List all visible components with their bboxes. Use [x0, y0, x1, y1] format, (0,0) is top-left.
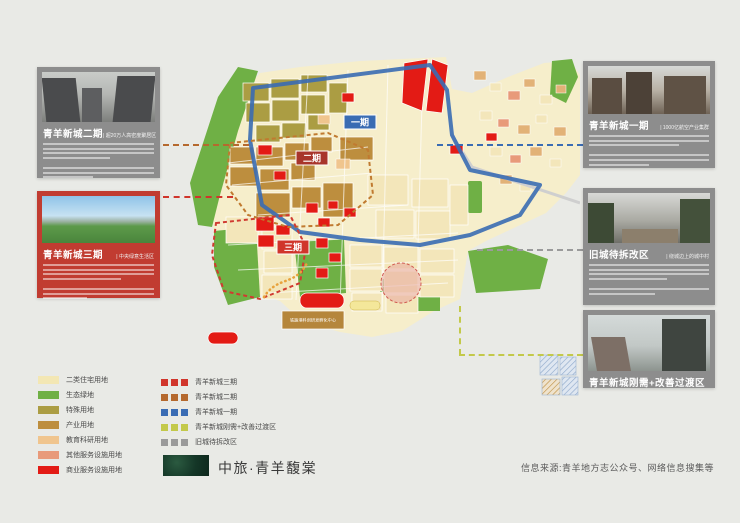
phase3-photo — [42, 196, 155, 243]
card-subtitle: | 绕城边上的城中村 — [666, 253, 709, 260]
card-body-text-lines — [37, 262, 160, 299]
legend-landuse-row: 商业服务设施用地 — [38, 465, 122, 475]
landuse-swatch — [38, 466, 59, 474]
card-subtitle: | 1000亿航空产业集群 — [660, 124, 709, 131]
legend-landuse-row: 生态绿地 — [38, 390, 94, 400]
project-location-circle — [381, 263, 421, 303]
card-oldtown: 旧城待拆改区 | 绕城边上的城中村 — [583, 188, 715, 305]
phase1-photo — [588, 66, 710, 114]
zone-swatch — [161, 409, 188, 416]
zone-label: 青羊新城一期 — [195, 407, 237, 417]
card-body-text-lines — [583, 262, 715, 295]
phase2-badge-label: 二期 — [303, 153, 321, 164]
card-title: 旧城待拆改区 — [589, 247, 649, 261]
phase1-badge-label: 一期 — [351, 117, 369, 128]
zone-label: 旧城待拆改区 — [195, 437, 237, 447]
card-phase1: 青羊新城一期 | 1000亿航空产业集群 — [583, 61, 715, 168]
card-title: 青羊新城三期 — [43, 247, 103, 261]
landuse-swatch — [38, 406, 59, 414]
zone-swatch — [161, 439, 188, 446]
incubator-label: 铁路港科创研发孵化中心 — [290, 317, 337, 324]
connector-transition — [459, 354, 583, 356]
connector-transition-vertical — [459, 306, 461, 355]
landuse-label: 特殊用地 — [66, 405, 94, 415]
card-phase3: 青羊新城三期 | 中央绿意生活区 — [37, 191, 160, 298]
landuse-label: 商业服务设施用地 — [66, 465, 122, 475]
incubator-block: 铁路港科创研发孵化中心 — [282, 311, 344, 329]
poster-page: 铁路港科创研发孵化中心 一期 二期 三期 — [0, 0, 740, 523]
landuse-swatch — [38, 376, 59, 384]
legend-landuse-row: 其他服务设施用地 — [38, 450, 122, 460]
phase3-badge: 三期 — [277, 240, 309, 254]
connector-phase1 — [437, 144, 583, 146]
landuse-swatch — [38, 391, 59, 399]
phase1-badge: 一期 — [344, 115, 376, 129]
legend-landuse-row: 教育科研用地 — [38, 435, 108, 445]
legend-landuse-row: 特殊用地 — [38, 405, 94, 415]
landuse-label: 教育科研用地 — [66, 435, 108, 445]
card-subtitle: | 超20万人高密度聚居区 — [103, 132, 156, 139]
connector-oldtown — [477, 249, 583, 251]
landuse-swatch — [38, 451, 59, 459]
card-body-text-lines — [37, 141, 160, 178]
card-transition: 青羊新城刚需+改善过渡区 — [583, 310, 715, 388]
oldtown-photo — [588, 193, 710, 243]
connector-phase2 — [163, 144, 249, 146]
legend-zone-row: 青羊新城一期 — [161, 407, 237, 417]
card-title: 青羊新城二期 — [43, 126, 103, 140]
landuse-swatch — [38, 436, 59, 444]
card-title: 青羊新城一期 — [589, 118, 649, 132]
landuse-swatch — [38, 421, 59, 429]
phase2-photo — [42, 72, 155, 122]
landuse-label: 其他服务设施用地 — [66, 450, 122, 460]
connector-phase3 — [163, 196, 233, 198]
landuse-label: 产业用地 — [66, 420, 94, 430]
brand-name: 中旅·青羊馥棠 — [218, 458, 317, 478]
landuse-label: 生态绿地 — [66, 390, 94, 400]
card-title: 青羊新城刚需+改善过渡区 — [589, 375, 705, 389]
legend-landuse-row: 二类住宅用地 — [38, 375, 108, 385]
legend-landuse-row: 产业用地 — [38, 420, 94, 430]
zone-swatch — [161, 424, 188, 431]
card-phase2: 青羊新城二期 | 超20万人高密度聚居区 — [37, 67, 160, 178]
logo-image — [163, 455, 209, 476]
map-hatched-parcels — [540, 355, 578, 395]
phase2-badge: 二期 — [296, 151, 328, 165]
park-label-pill — [350, 301, 380, 310]
legend-zone-row: 青羊新城刚需+改善过渡区 — [161, 422, 276, 432]
source-note: 信息来源:青羊地方志公众号、网络信息搜集等 — [521, 461, 714, 474]
landuse-label: 二类住宅用地 — [66, 375, 108, 385]
transition-photo — [588, 315, 710, 371]
card-subtitle: | 中央绿意生活区 — [116, 253, 154, 260]
card-body-text-lines — [583, 133, 715, 166]
phase3-badge-label: 三期 — [284, 242, 302, 253]
legend-zone-row: 旧城待拆改区 — [161, 437, 237, 447]
zone-label: 青羊新城刚需+改善过渡区 — [195, 422, 276, 432]
